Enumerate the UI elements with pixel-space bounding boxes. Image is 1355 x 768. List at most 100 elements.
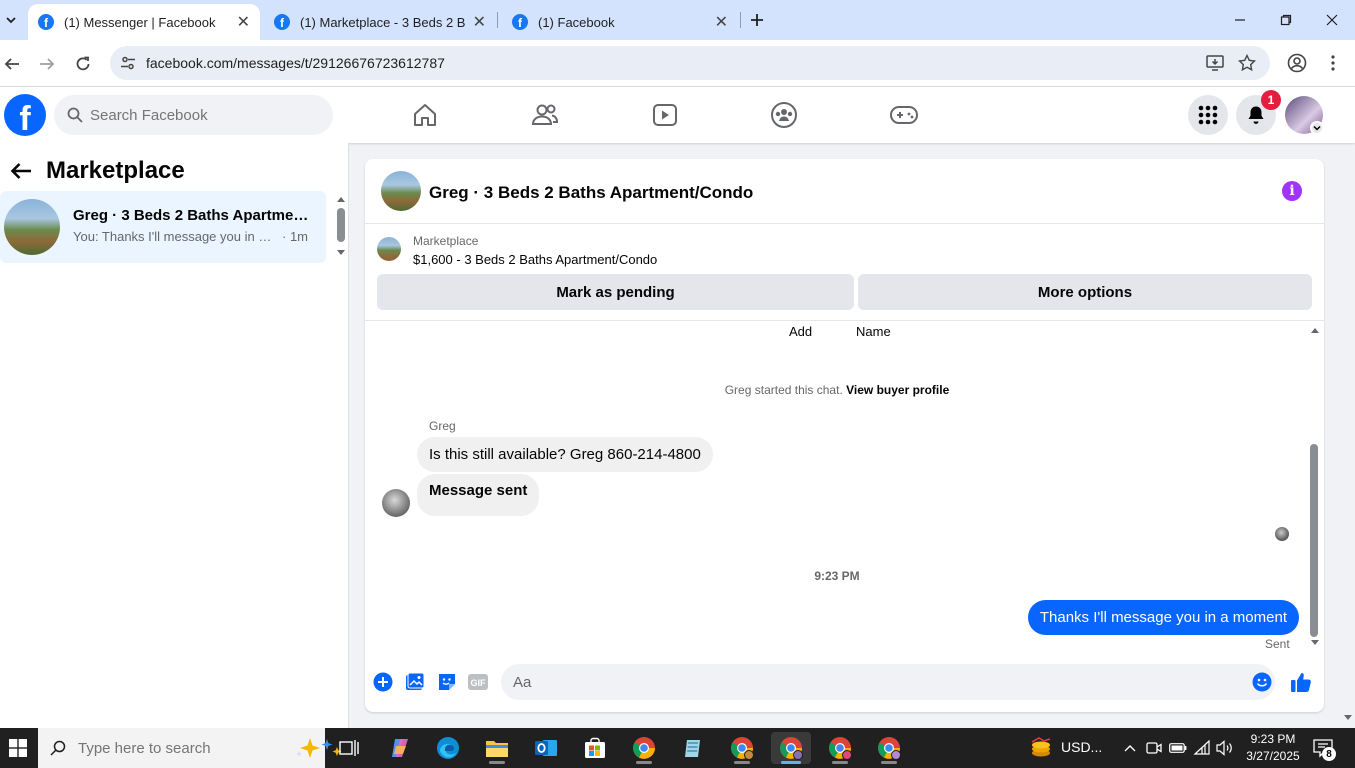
scroll-up-arrow-icon[interactable]	[1310, 326, 1320, 334]
forward-arrow-icon[interactable]	[35, 52, 59, 76]
search-icon	[66, 106, 84, 124]
site-settings-icon[interactable]	[118, 53, 138, 73]
task-view-icon[interactable]	[329, 732, 369, 764]
friends-icon[interactable]	[529, 99, 561, 131]
sticker-icon[interactable]	[436, 671, 458, 693]
volume-speaker-icon[interactable]	[1216, 739, 1234, 757]
show-hidden-icons-chevron-icon[interactable]	[1121, 739, 1139, 757]
meet-camera-icon[interactable]	[1145, 739, 1163, 757]
copilot-app-icon[interactable]	[380, 732, 420, 764]
chrome-profile-icon[interactable]	[869, 732, 909, 764]
gif-label: GIF	[471, 678, 487, 688]
chrome-profile-icon[interactable]	[820, 732, 860, 764]
profile-icon[interactable]	[1286, 52, 1308, 74]
new-tab-button[interactable]	[746, 8, 768, 32]
listing-thumbnail[interactable]	[377, 237, 401, 261]
windows-taskbar: USD... 9:23 PM 3/27/2025 8	[0, 728, 1355, 768]
notepad-icon[interactable]	[673, 732, 713, 764]
chat-avatar[interactable]	[381, 171, 421, 211]
scroll-up-arrow-icon[interactable]	[336, 195, 346, 203]
gif-icon[interactable]: GIF	[467, 671, 489, 693]
tab-marketplace[interactable]: f (1) Marketplace - 3 Beds 2 Baths Apart…	[264, 4, 496, 40]
reload-icon[interactable]	[71, 52, 95, 76]
menu-grid-icon[interactable]	[1188, 95, 1228, 135]
message-input[interactable]	[501, 664, 1275, 700]
listing-description[interactable]: $1,600 - 3 Beds 2 Baths Apartment/Condo	[413, 252, 657, 267]
edge-browser-icon[interactable]	[428, 732, 468, 764]
chrome-icon[interactable]	[624, 732, 664, 764]
windows-start-icon[interactable]	[0, 728, 36, 768]
conversation-item[interactable]: Greg · 3 Beds 2 Baths Apartment/Condo Yo…	[0, 191, 326, 263]
facebook-search-input[interactable]	[90, 106, 310, 124]
currency-widget-text[interactable]: USD...	[1061, 739, 1102, 755]
chrome-profile-active-icon[interactable]	[771, 732, 811, 764]
tab-facebook[interactable]: f (1) Facebook ✕	[502, 4, 738, 40]
microsoft-store-icon[interactable]	[575, 732, 615, 764]
facebook-favicon-icon: f	[274, 14, 290, 30]
tab-separator	[740, 12, 741, 28]
restore-icon[interactable]	[1274, 8, 1298, 32]
message-composer: GIF	[365, 659, 1324, 712]
bookmark-star-icon[interactable]	[1236, 52, 1258, 74]
listing-banner: Marketplace $1,600 - 3 Beds 2 Baths Apar…	[365, 225, 1324, 321]
chrome-profile-icon[interactable]	[722, 732, 762, 764]
add-plus-icon[interactable]	[372, 671, 394, 693]
gaming-controller-icon[interactable]	[888, 99, 920, 131]
tab-title: (1) Marketplace - 3 Beds 2 Baths Apartme…	[300, 14, 465, 30]
read-receipt-avatar	[1275, 527, 1289, 541]
incoming-message[interactable]: Is this still available? Greg 860-214-48…	[417, 437, 713, 472]
outlook-icon[interactable]	[526, 732, 566, 764]
facebook-logo[interactable]: f	[4, 94, 46, 136]
more-options-button[interactable]: More options	[858, 274, 1312, 310]
network-wifi-icon[interactable]	[1193, 739, 1211, 757]
install-app-icon[interactable]	[1204, 52, 1226, 74]
battery-icon[interactable]	[1169, 739, 1187, 757]
browser-menu-icon[interactable]	[1322, 52, 1344, 74]
tab-close-icon[interactable]: ✕	[473, 12, 486, 32]
sender-name: Greg	[429, 419, 456, 433]
tab-search-chevron-icon[interactable]	[0, 10, 22, 30]
add-label: Add	[789, 324, 813, 339]
sent-status: Sent	[1265, 637, 1290, 651]
tab-close-icon[interactable]: ✕	[715, 12, 728, 32]
tab-close-icon[interactable]: ✕	[237, 12, 250, 32]
address-bar[interactable]: facebook.com/messages/t/2912667672361278…	[110, 46, 1270, 80]
home-icon[interactable]	[409, 99, 441, 131]
back-arrow-icon[interactable]	[8, 158, 34, 184]
sender-avatar[interactable]	[382, 489, 410, 517]
conversation-name: Greg · 3 Beds 2 Baths Apartment/Condo	[73, 207, 313, 224]
page-scroll-down-arrow-icon[interactable]	[1343, 714, 1353, 722]
message-timestamp: 9:23 PM	[814, 569, 860, 583]
thumbs-up-like-icon[interactable]	[1290, 671, 1312, 693]
scroll-down-arrow-icon[interactable]	[1310, 639, 1320, 647]
sidebar-scrollbar-thumb[interactable]	[337, 208, 345, 242]
groups-icon[interactable]	[768, 99, 800, 131]
facebook-search-box[interactable]	[54, 95, 333, 135]
taskbar-search-box[interactable]	[38, 728, 342, 768]
back-arrow-icon[interactable]	[0, 52, 24, 76]
chat-scrollbar-thumb[interactable]	[1310, 444, 1318, 637]
file-explorer-icon[interactable]	[477, 732, 517, 764]
incoming-message[interactable]: Message sent	[417, 474, 540, 516]
marketplace-sidebar: Marketplace Greg · 3 Beds 2 Baths Apartm…	[0, 143, 349, 728]
taskbar-search-input[interactable]	[78, 739, 258, 757]
mark-as-pending-button[interactable]: Mark as pending	[377, 274, 854, 310]
taskbar-clock[interactable]: 9:23 PM 3/27/2025	[1236, 731, 1310, 765]
conversation-info-icon[interactable]: i	[1282, 181, 1302, 201]
outgoing-message[interactable]: Thanks I'll message you in a moment	[1027, 600, 1299, 635]
currency-widget-icon[interactable]	[1028, 736, 1054, 760]
minimize-icon[interactable]	[1228, 8, 1252, 32]
photo-attach-icon[interactable]	[404, 671, 426, 693]
account-chevron-down-icon[interactable]	[1310, 121, 1324, 135]
clock-date: 3/27/2025	[1246, 749, 1300, 763]
tab-messenger[interactable]: f (1) Messenger | Facebook ✕	[28, 4, 260, 40]
view-buyer-profile-link[interactable]: View buyer profile	[846, 383, 949, 397]
running-indicator	[832, 761, 848, 764]
chat-title[interactable]: Greg · 3 Beds 2 Baths Apartment/Condo	[429, 183, 753, 203]
emoji-icon[interactable]	[1251, 671, 1273, 693]
sidebar-title: Marketplace	[46, 157, 185, 184]
watch-video-icon[interactable]	[649, 99, 681, 131]
notification-badge: 1	[1261, 90, 1281, 110]
scroll-down-arrow-icon[interactable]	[336, 249, 346, 257]
close-window-icon[interactable]	[1320, 8, 1344, 32]
